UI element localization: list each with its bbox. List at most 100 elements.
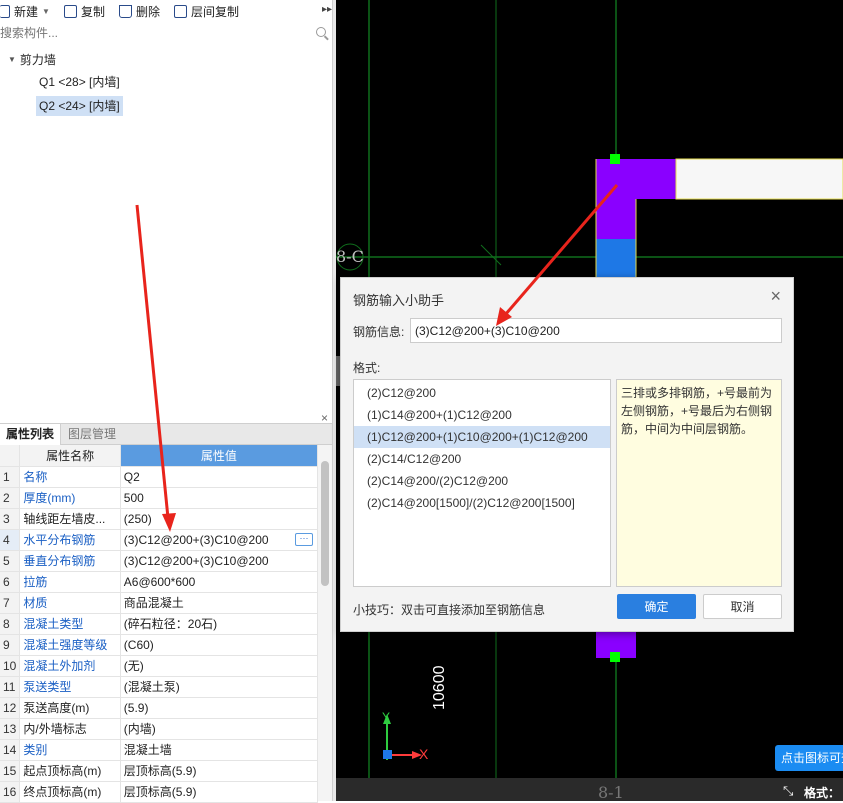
floor-copy-icon [173,4,187,18]
axis-label-bottom: 8-1 [598,783,624,801]
index-header [0,445,21,467]
vertical-scrollbar[interactable] [318,445,332,801]
row-index: 9 [0,634,21,656]
table-row[interactable]: 3 轴线距左墙皮... (250) [0,508,319,530]
toolbar-overflow-icon[interactable]: ▸▸ [322,4,332,15]
new-icon [0,4,10,18]
tip-bubble[interactable]: 点击图标可查 [775,745,843,771]
table-row[interactable]: 4 水平分布钢筋 (3)C12@200+(3)C10@200 ··· [0,528,319,551]
property-value-text: (碎石粒径：20石) [123,617,218,631]
property-name: 泵送类型 [19,676,121,698]
trash-icon [118,4,132,18]
list-item[interactable]: (2)C14@200[1500]/(2)C12@200[1500] [354,492,610,514]
tab-layer-management[interactable]: 图层管理 [62,424,122,445]
copy-label: 复制 [80,4,105,19]
delete-label: 删除 [135,4,160,19]
row-index: 10 [0,655,21,677]
cancel-button[interactable]: 取消 [703,594,782,619]
tree-group-shear-wall[interactable]: ▼ 剪力墙 [8,51,56,68]
new-button[interactable]: 新建 ▼ [0,0,54,22]
list-item[interactable]: (2)C14@200/(2)C12@200 [354,470,610,492]
tree-item-q2[interactable]: Q2 <24> [内墙] [36,96,123,116]
table-row[interactable]: 12 泵送高度(m) (5.9) [0,697,319,719]
property-value[interactable]: Q2 [120,466,319,488]
more-options-button[interactable]: ··· [295,532,313,546]
property-value-text: 混凝土墙 [123,743,172,757]
property-value[interactable]: (碎石粒径：20石) [120,613,319,635]
expand-icon[interactable]: ▼ [8,55,16,64]
property-value-text: (混凝土泵) [123,680,180,694]
wall-segment[interactable] [675,158,843,200]
list-item[interactable]: (1)C14@200+(1)C12@200 [354,404,610,426]
table-row[interactable]: 14 类别 混凝土墙 [0,739,319,761]
tree-item-q1[interactable]: Q1 <28> [内墙] [36,72,123,92]
table-row[interactable]: 13 内/外墙标志 (内墙) [0,718,319,740]
property-value[interactable]: (混凝土泵) [120,676,319,698]
table-row[interactable]: 15 起点顶标高(m) 层顶标高(5.9) [0,760,319,782]
grip-handle[interactable] [610,154,620,164]
new-label: 新建 [14,4,39,19]
tab-property-list[interactable]: 属性列表 [0,424,62,445]
chevron-down-icon[interactable]: ▼ [42,7,50,16]
ok-button[interactable]: 确定 [617,594,696,619]
row-index: 14 [0,739,21,761]
x-axis-label: X [419,746,429,762]
search-input[interactable] [0,23,332,43]
floor-copy-label: 层间复制 [190,4,239,19]
row-index: 13 [0,718,21,740]
property-value[interactable]: (250) [120,508,319,530]
property-value[interactable]: 层顶标高(5.9) [120,781,319,803]
property-tabs: 属性列表 图层管理 [0,423,332,445]
table-row[interactable]: 7 材质 商品混凝土 [0,592,319,614]
close-icon[interactable]: × [770,286,781,307]
property-value[interactable]: (无) [120,655,319,677]
row-index: 6 [0,571,21,593]
wall-segment[interactable] [596,199,636,239]
property-value[interactable]: (5.9) [120,697,319,719]
property-value[interactable]: (内墙) [120,718,319,740]
list-item[interactable]: (2)C14/C12@200 [354,448,610,470]
table-row[interactable]: 8 混凝土类型 (碎石粒径：20石) [0,613,319,635]
name-header: 属性名称 [19,445,121,467]
property-value-text: 商品混凝土 [123,596,184,610]
floor-copy-button[interactable]: 层间复制 [170,0,243,22]
table-row[interactable]: 6 拉筋 A6@600*600 [0,571,319,593]
property-value[interactable]: (3)C12@200+(3)C10@200 ··· [119,528,319,551]
table-row[interactable]: 1 名称 Q2 [0,466,319,488]
list-item[interactable]: (1)C12@200+(1)C10@200+(1)C12@200 [354,426,610,448]
component-toolbar: 新建 ▼ 复制 删除 层间复制 ▸▸ [0,0,336,22]
property-value[interactable]: 层顶标高(5.9) [120,760,319,782]
wall-segment[interactable] [636,159,676,199]
property-name: 混凝土强度等级 [19,634,121,656]
property-name: 厚度(mm) [19,487,121,509]
wall-segment[interactable] [596,239,636,279]
property-name: 材质 [19,592,121,614]
property-value[interactable]: 商品混凝土 [120,592,319,614]
rebar-info-label: 钢筋信息: [353,325,405,339]
property-value-text: 层顶标高(5.9) [123,785,197,799]
list-item[interactable]: (2)C12@200 [354,382,610,404]
property-value-text: 500 [123,490,144,505]
table-row[interactable]: 5 垂直分布钢筋 (3)C12@200+(3)C10@200 [0,550,319,572]
grid-tick [480,244,502,266]
rebar-info-input[interactable] [410,318,782,343]
search-icon[interactable] [316,27,326,37]
property-value[interactable]: 500 [120,487,319,509]
scrollbar-thumb[interactable] [321,461,329,586]
value-header: 属性值 [120,445,319,467]
table-row[interactable]: 2 厚度(mm) 500 [0,487,319,509]
property-value[interactable]: 混凝土墙 [120,739,319,761]
property-value[interactable]: (3)C12@200+(3)C10@200 [120,550,319,572]
fullscreen-icon[interactable]: ⤡ [783,783,793,799]
delete-button[interactable]: 删除 [115,0,164,22]
property-value[interactable]: (C60) [120,634,319,656]
table-row[interactable]: 10 混凝土外加剂 (无) [0,655,319,677]
grip-handle[interactable] [610,652,620,662]
property-value[interactable]: A6@600*600 [120,571,319,593]
table-row[interactable]: 9 混凝土强度等级 (C60) [0,634,319,656]
table-row[interactable]: 16 终点顶标高(m) 层顶标高(5.9) [0,781,319,803]
table-row[interactable]: 11 泵送类型 (混凝土泵) [0,676,319,698]
property-value-text: 层顶标高(5.9) [123,764,197,778]
wall-segment[interactable] [596,159,636,199]
copy-button[interactable]: 复制 [60,0,109,22]
